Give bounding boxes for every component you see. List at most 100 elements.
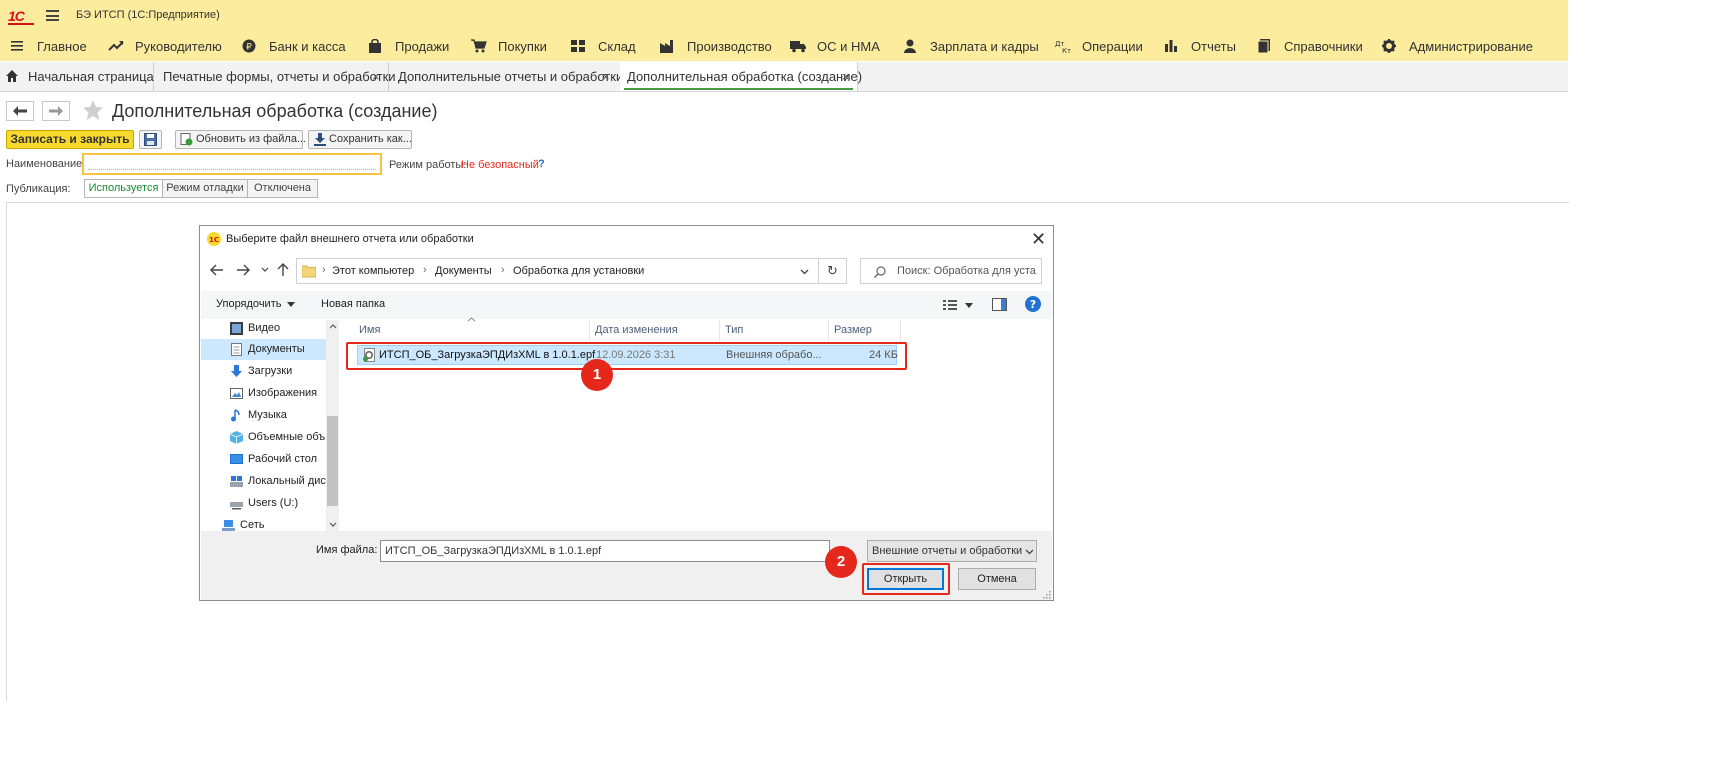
resize-grip-icon[interactable] [1042, 590, 1051, 599]
search-icon [874, 266, 886, 278]
favorite-star-icon[interactable] [82, 99, 104, 121]
forward-arrow-icon[interactable] [236, 264, 250, 276]
filename-input[interactable]: ИТСП_ОБ_ЗагрузкаЭПДИзXML в 1.0.1.epf [380, 540, 830, 562]
scroll-down-icon[interactable] [329, 522, 337, 527]
up-arrow-icon[interactable] [277, 263, 289, 277]
close-dialog-icon[interactable]: ✕ [1031, 229, 1046, 249]
save-as-button[interactable]: Сохранить как... [308, 130, 412, 149]
forward-button[interactable] [42, 101, 70, 121]
column-date[interactable]: Дата изменения [590, 320, 720, 341]
main-menu-icon[interactable] [46, 10, 59, 21]
mode-label: Режим работы: [389, 159, 467, 171]
help-circle-icon[interactable]: ? [1025, 296, 1041, 312]
svg-text:₽: ₽ [246, 43, 252, 53]
close-tab-icon[interactable]: × [372, 62, 380, 91]
nav-label: Локальный дис [248, 475, 326, 487]
nav-item-downloads[interactable]: Загрузки [201, 361, 331, 382]
open-tabs-bar: Начальная страница Печатные формы, отчет… [0, 62, 1568, 92]
address-dropdown-icon[interactable] [800, 269, 809, 275]
dialog-toolbar: Упорядочить Новая папка ? [201, 291, 1052, 319]
nav-label: Объемные объ [248, 431, 326, 443]
publication-option-disabled[interactable]: Отключена [248, 179, 318, 198]
images-icon [230, 388, 243, 399]
nav-scrollbar[interactable] [326, 320, 339, 531]
nav-item-network[interactable]: Сеть [201, 515, 323, 531]
tab-additional-processing-create[interactable]: Дополнительная обработка (создание) × [620, 62, 862, 91]
section-label: Главное [37, 39, 87, 54]
preview-pane-icon[interactable] [992, 298, 1007, 311]
organize-menu[interactable]: Упорядочить [216, 298, 281, 310]
column-name[interactable]: Имя [354, 320, 590, 341]
nav-item-images[interactable]: Изображения [201, 383, 331, 404]
address-bar[interactable]: › Этот компьютер › Документы › Обработка… [296, 258, 819, 284]
column-type[interactable]: Тип [720, 320, 829, 341]
section-label: Склад [598, 39, 636, 54]
scroll-up-icon[interactable] [329, 324, 337, 329]
view-dropdown-icon[interactable] [965, 303, 973, 308]
scroll-thumb[interactable] [327, 416, 338, 506]
name-input[interactable] [82, 153, 382, 175]
tab-label: Начальная страница [28, 69, 154, 84]
mode-value-link[interactable]: Не безопасный [461, 159, 539, 171]
section-label: Операции [1082, 39, 1143, 54]
nav-label: Сеть [240, 519, 265, 531]
coin-icon: ₽ [242, 39, 256, 53]
nav-label: Изображения [248, 387, 318, 399]
recent-locations-chevron-icon[interactable] [261, 267, 269, 273]
nav-item-music[interactable]: Музыка [201, 405, 331, 426]
bag-icon [369, 39, 381, 53]
view-options-icon[interactable] [943, 299, 957, 311]
network-drive-icon [230, 502, 243, 510]
cart-icon [471, 39, 487, 53]
download-icon [231, 365, 242, 377]
nav-item-local-disk[interactable]: Локальный дис [201, 471, 331, 492]
close-tab-icon[interactable]: × [842, 62, 850, 91]
publication-option-used[interactable]: Используется [84, 179, 163, 198]
person-icon [904, 39, 916, 53]
back-button[interactable] [6, 101, 34, 121]
back-arrow-icon[interactable] [210, 264, 224, 276]
svg-text:1С: 1С [209, 236, 219, 244]
tab-additional-reports[interactable]: Дополнительные отчеты и обработки × [388, 62, 623, 91]
filetype-select[interactable]: Внешние отчеты и обработки [867, 540, 1037, 562]
tab-print-forms[interactable]: Печатные формы, отчеты и обработки × [153, 62, 396, 91]
organize-dropdown-icon[interactable] [287, 302, 295, 307]
nav-item-desktop[interactable]: Рабочий стол [201, 449, 331, 470]
new-folder-button[interactable]: Новая папка [321, 298, 385, 310]
section-label: Продажи [395, 39, 450, 54]
chevron-down-icon [1025, 549, 1034, 555]
close-tab-icon[interactable]: × [602, 62, 610, 91]
navigation-pane: Видео Документы Загрузки Изображения Муз… [201, 318, 341, 531]
refresh-icon[interactable]: ↻ [819, 258, 847, 284]
section-label: Отчеты [1191, 39, 1236, 54]
help-icon[interactable]: ? [538, 158, 545, 170]
section-label: Справочники [1284, 39, 1363, 54]
nav-item-users-drive[interactable]: Users (U:) [201, 493, 331, 514]
nav-item-3d-objects[interactable]: Объемные объ [201, 427, 331, 448]
breadcrumb-item[interactable]: Документы [435, 265, 492, 277]
nav-label: Музыка [248, 409, 287, 421]
publication-option-debug[interactable]: Режим отладки [163, 179, 248, 198]
button-label: Сохранить как... [329, 133, 412, 145]
step-marker-1: 1 [581, 359, 613, 391]
tab-home[interactable]: Начальная страница [0, 62, 154, 91]
nav-item-video[interactable]: Видео [201, 318, 331, 339]
breadcrumb-item[interactable]: Обработка для установки [513, 265, 644, 277]
search-input[interactable]: Поиск: Обработка для уста... [860, 258, 1042, 284]
section-label: Банк и касса [269, 39, 346, 54]
breadcrumb-item[interactable]: Этот компьютер [332, 265, 414, 277]
section-label: Зарплата и кадры [930, 39, 1039, 54]
save-and-close-button[interactable]: Записать и закрыть [6, 130, 134, 149]
video-icon [230, 322, 243, 335]
svg-text:?: ? [1030, 298, 1036, 311]
svg-text:Кт: Кт [1062, 47, 1071, 53]
column-size[interactable]: Размер [829, 320, 901, 341]
nav-item-documents[interactable]: Документы [201, 339, 331, 360]
highlight-open-button [862, 563, 950, 595]
save-button[interactable] [139, 130, 162, 149]
page-title: Дополнительная обработка (создание) [112, 101, 438, 121]
update-from-file-button[interactable]: Обновить из файла... [175, 130, 306, 149]
dt-kt-icon: ДтКт [1055, 40, 1071, 53]
cancel-button[interactable]: Отмена [958, 568, 1036, 590]
section-label: Руководителю [135, 39, 222, 54]
